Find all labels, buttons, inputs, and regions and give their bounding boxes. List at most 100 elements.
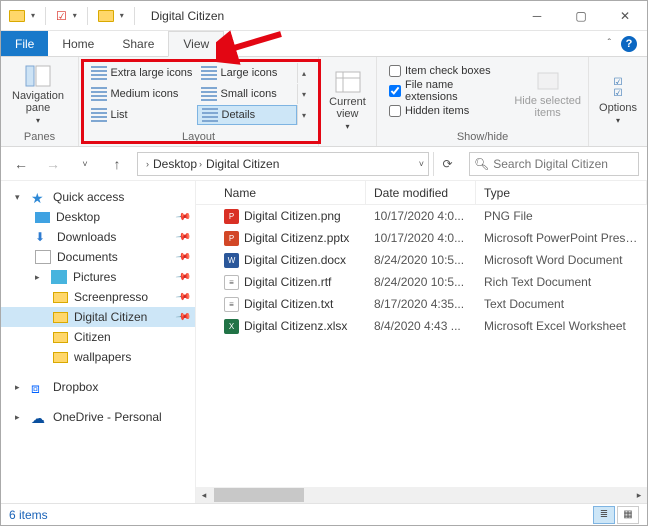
file-icon: ≡	[224, 275, 239, 290]
tree-desktop[interactable]: Desktop📌	[1, 207, 195, 227]
tree-wallpapers[interactable]: wallpapers	[1, 347, 195, 367]
tree-onedrive[interactable]: ▸☁OneDrive - Personal	[1, 407, 195, 427]
navigation-pane-button[interactable]: Navigation pane▾	[7, 61, 69, 127]
qat-dropdown3-icon[interactable]: ▾	[120, 11, 124, 20]
tab-share[interactable]: Share	[108, 31, 168, 56]
close-button[interactable]: ✕	[603, 2, 647, 30]
search-box[interactable]: 🔍︎	[469, 152, 639, 176]
breadcrumb-dropdown-icon[interactable]: ˅	[419, 159, 424, 169]
hidden-items-checkbox[interactable]: Hidden items	[389, 105, 503, 117]
file-row[interactable]: P Digital Citizen.png 10/17/2020 4:0...PNG…	[196, 205, 647, 227]
file-icon: W	[224, 253, 239, 268]
layout-scroll-down[interactable]: ▾	[297, 84, 311, 104]
horizontal-scrollbar[interactable]: ◂▸	[196, 487, 647, 503]
status-bar: 6 items ≣ ▦	[1, 503, 647, 525]
layout-list[interactable]: List	[87, 105, 197, 125]
file-row[interactable]: XDigital Citizenz.xlsx8/4/2020 4:43 ...M…	[196, 315, 647, 337]
tree-dropbox[interactable]: ▸⧈Dropbox	[1, 377, 195, 397]
titlebar: ▾ ☑ ▾ ▾ Digital Citizen ─ ▢ ✕	[1, 1, 647, 31]
up-button[interactable]: ↑	[105, 152, 129, 176]
thumbnails-view-icon[interactable]: ▦	[617, 506, 639, 524]
item-check-boxes-checkbox[interactable]: Item check boxes	[389, 65, 503, 77]
main-area: ▾★Quick access Desktop📌 ⬇Downloads📌 Docu…	[1, 181, 647, 503]
maximize-button[interactable]: ▢	[559, 2, 603, 30]
details-view-icon[interactable]: ≣	[593, 506, 615, 524]
column-headers: Name Date modified Type	[196, 181, 647, 205]
current-view-button[interactable]: Current view▾	[325, 67, 370, 133]
help-icon[interactable]: ?	[621, 36, 637, 52]
ribbon: Navigation pane▾ Panes Extra large icons…	[1, 57, 647, 147]
file-name: Digital Citizen.txt	[244, 297, 333, 311]
qat-checkbox-icon[interactable]: ☑	[56, 9, 67, 23]
search-icon: 🔍︎	[474, 157, 489, 171]
file-icon: X	[224, 319, 239, 334]
file-icon: P	[224, 209, 239, 224]
window-title: Digital Citizen	[147, 9, 224, 23]
file-date: 8/17/2020 4:35...	[366, 297, 476, 311]
layout-large-icons[interactable]: Large icons	[197, 63, 297, 83]
tree-citizen[interactable]: Citizen	[1, 327, 195, 347]
file-type: Microsoft PowerPoint Presenta...	[476, 231, 647, 245]
qat-dropdown2-icon[interactable]: ▾	[73, 11, 77, 20]
layout-gallery: Extra large icons Large icons ▴ Medium i…	[86, 62, 312, 126]
collapse-ribbon-icon[interactable]: ˆ	[608, 38, 611, 49]
file-row[interactable]: ≡ Digital Citizen.rtf 8/24/2020 10:5...Ric…	[196, 271, 647, 293]
search-input[interactable]	[493, 157, 648, 171]
file-icon: ≡	[224, 297, 239, 312]
showhide-group-label: Show/hide	[377, 131, 588, 146]
file-type: Text Document	[476, 297, 647, 311]
tree-downloads[interactable]: ⬇Downloads📌	[1, 227, 195, 247]
col-name[interactable]: Name	[216, 181, 366, 204]
qat-dropdown-icon[interactable]: ▾	[31, 11, 35, 20]
file-date: 8/24/2020 10:5...	[366, 275, 476, 289]
file-name-extensions-checkbox[interactable]: File name extensions	[389, 79, 503, 103]
crumb-digital-citizen: Digital Citizen	[206, 157, 279, 171]
col-type[interactable]: Type	[476, 181, 647, 204]
layout-medium-icons[interactable]: Medium icons	[87, 84, 197, 104]
folder-icon-2	[98, 10, 114, 22]
file-type: Rich Text Document	[476, 275, 647, 289]
tree-digital-citizen[interactable]: Digital Citizen📌	[1, 307, 195, 327]
breadcrumb[interactable]: › Desktop › Digital Citizen ˅	[137, 152, 429, 176]
file-name: Digital Citizen.docx	[244, 253, 346, 267]
file-date: 10/17/2020 4:0...	[366, 209, 476, 223]
col-date[interactable]: Date modified	[366, 181, 476, 204]
refresh-button[interactable]: ⟳	[433, 152, 461, 176]
crumb-desktop: Desktop ›	[153, 157, 202, 171]
tree-documents[interactable]: Documents📌	[1, 247, 195, 267]
file-name: Digital Citizen.rtf	[244, 275, 331, 289]
layout-scroll-up[interactable]: ▴	[297, 63, 311, 83]
layout-group-label: Layout	[79, 131, 318, 146]
file-row[interactable]: WDigital Citizen.docx8/24/2020 10:5...Mi…	[196, 249, 647, 271]
file-row[interactable]: PDigital Citizenz.pptx10/17/2020 4:0...M…	[196, 227, 647, 249]
address-bar: ← → ˅ ↑ › Desktop › Digital Citizen ˅ ⟳ …	[1, 147, 647, 181]
layout-details[interactable]: Details	[197, 105, 297, 125]
layout-more[interactable]: ▾	[297, 105, 311, 125]
file-name: Digital Citizenz.xlsx	[244, 319, 347, 333]
tree-quick-access[interactable]: ▾★Quick access	[1, 187, 195, 207]
file-name: Digital Citizen.png	[244, 209, 341, 223]
tab-home[interactable]: Home	[48, 31, 108, 56]
panes-group-label: Panes	[1, 131, 78, 146]
tab-view[interactable]: View	[168, 31, 224, 57]
file-date: 8/24/2020 10:5...	[366, 253, 476, 267]
file-explorer-window: ▾ ☑ ▾ ▾ Digital Citizen ─ ▢ ✕ File Home …	[0, 0, 648, 526]
minimize-button[interactable]: ─	[515, 2, 559, 30]
status-item-count: 6 items	[9, 508, 48, 522]
file-rows: P Digital Citizen.png 10/17/2020 4:0...PNG…	[196, 205, 647, 487]
recent-dropdown[interactable]: ˅	[73, 152, 97, 176]
options-button[interactable]: ☑☑ Options▾	[595, 67, 641, 133]
ribbon-tabs: File Home Share View ˆ ?	[1, 31, 647, 57]
folder-icon	[9, 10, 25, 22]
tree-pictures[interactable]: ▸Pictures📌	[1, 267, 195, 287]
layout-small-icons[interactable]: Small icons	[197, 84, 297, 104]
layout-extra-large-icons[interactable]: Extra large icons	[87, 63, 197, 83]
tab-file[interactable]: File	[1, 31, 48, 56]
file-date: 10/17/2020 4:0...	[366, 231, 476, 245]
file-list-pane: Name Date modified Type P Digital Citizen…	[196, 181, 647, 503]
file-row[interactable]: ≡ Digital Citizen.txt 8/17/2020 4:35...Tex…	[196, 293, 647, 315]
tree-screenpresso[interactable]: Screenpresso📌	[1, 287, 195, 307]
file-type: PNG File	[476, 209, 647, 223]
file-name: Digital Citizenz.pptx	[244, 231, 349, 245]
back-button[interactable]: ←	[9, 152, 33, 176]
